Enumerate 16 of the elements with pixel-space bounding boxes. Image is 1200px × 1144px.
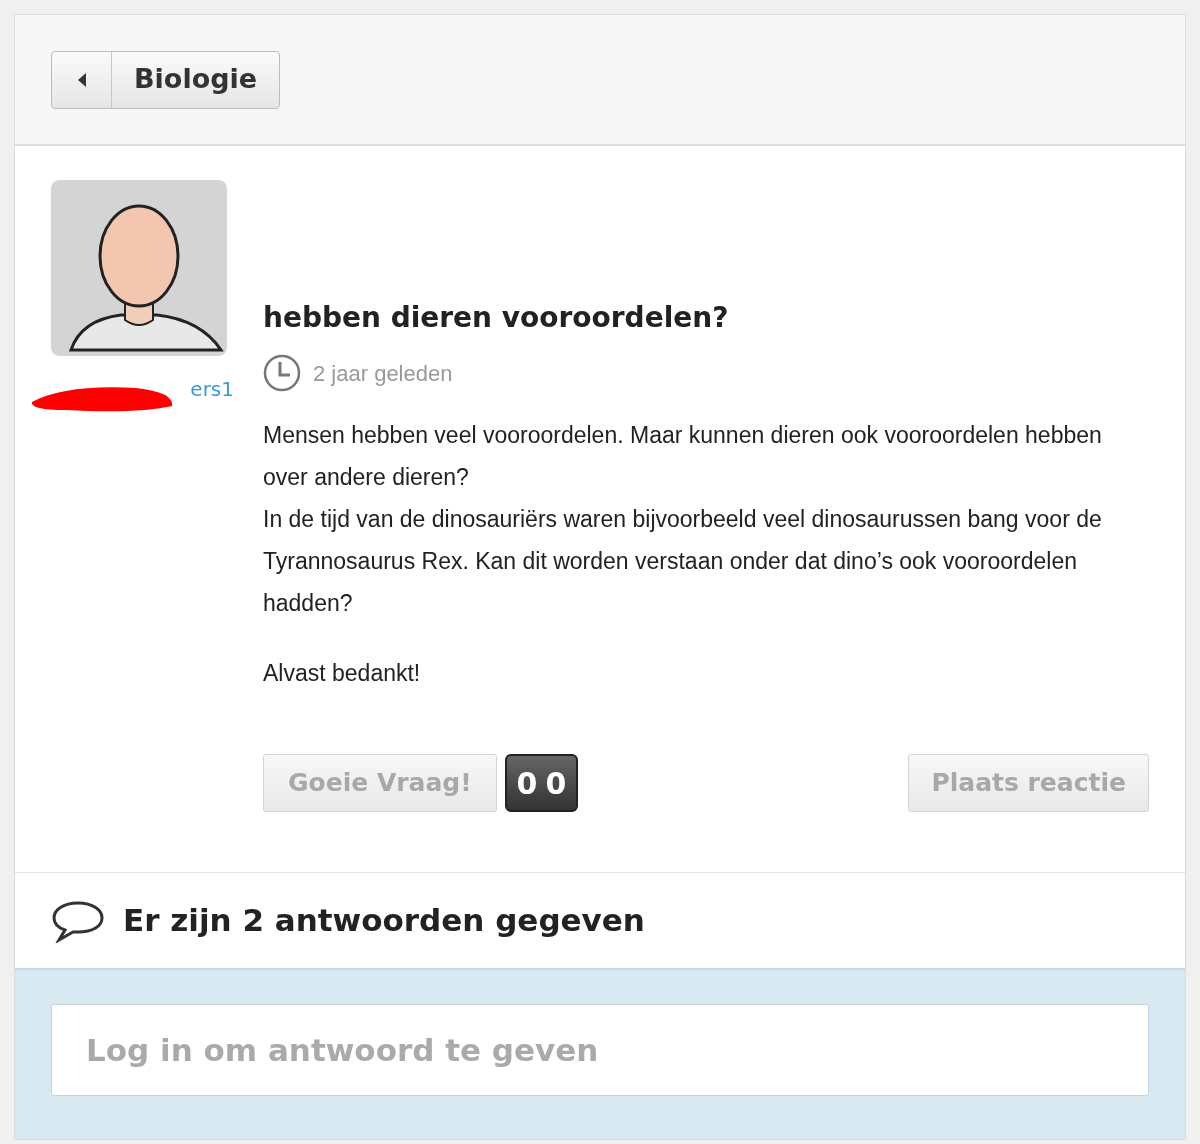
question-paragraph: Mensen hebben veel vooroordelen. Maar kunnen dieren ook vooroordelen hebben over andere dieren? (263, 421, 1103, 492)
answer-field[interactable]: Log in om antwoord te geven (51, 1004, 1149, 1096)
counter-digit: 0 (516, 764, 538, 803)
question-paragraph: In de tijd van de dinosauriërs waren bijvoorbeeld veel dinosaurussen bang voor de Tyrannosaurus Rex. Kan dit worden verstaan onder dat dino’s ook vooroordelen hadden? (263, 505, 1103, 618)
avatar-icon (51, 180, 227, 356)
question-paragraph: Alvast bedankt! (263, 659, 422, 688)
author-link[interactable]: ers1 (190, 374, 234, 404)
counter-digit: 0 (545, 764, 567, 803)
answers-heading: Er zijn 2 antwoorden gegeven (123, 901, 645, 941)
caret-icon (76, 72, 87, 87)
back-button[interactable]: Biologie (51, 50, 281, 109)
clock-icon (263, 354, 301, 392)
vote-button[interactable]: Goeie Vraag! (263, 754, 497, 812)
post-time: 2 jaar geleden (313, 359, 453, 388)
question-title: hebben dieren vooroordelen? (263, 300, 730, 336)
comment-button[interactable]: Plaats reactie (908, 754, 1149, 812)
